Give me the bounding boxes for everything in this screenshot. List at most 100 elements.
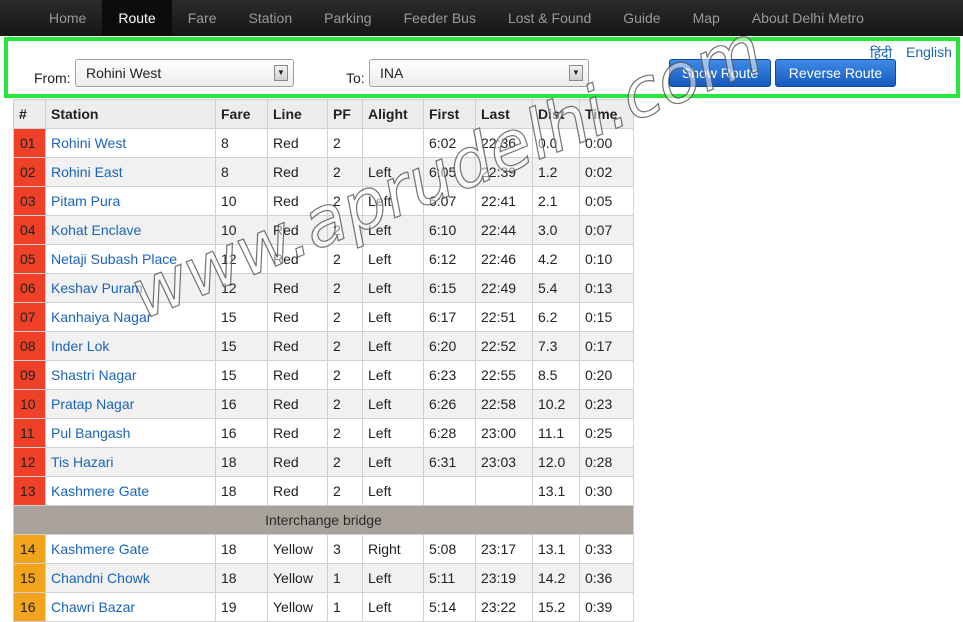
table-cell: 2 xyxy=(327,389,363,419)
nav-station[interactable]: Station xyxy=(233,0,309,36)
table-cell: 6:07 xyxy=(423,186,476,216)
station-link[interactable]: Tis Hazari xyxy=(45,447,216,477)
dropdown-arrow-icon[interactable]: ▼ xyxy=(274,65,288,81)
from-select[interactable]: Rohini West ▼ xyxy=(75,59,294,87)
table-cell: Red xyxy=(267,186,328,216)
table-cell: 6:10 xyxy=(423,215,476,245)
table-cell: 22:39 xyxy=(475,157,533,187)
station-link[interactable]: Kashmere Gate xyxy=(45,476,216,506)
table-cell: Red xyxy=(267,331,328,361)
dropdown-arrow-icon[interactable]: ▼ xyxy=(569,65,583,81)
station-link[interactable]: Kanhaiya Nagar xyxy=(45,302,216,332)
table-cell: 2 xyxy=(327,302,363,332)
station-number: 08 xyxy=(13,331,46,361)
table-cell: 22:55 xyxy=(475,360,533,390)
station-link[interactable]: Netaji Subash Place xyxy=(45,244,216,274)
table-cell: 6:12 xyxy=(423,244,476,274)
station-number: 12 xyxy=(13,447,46,477)
nav-feeder-bus[interactable]: Feeder Bus xyxy=(388,0,492,36)
nav-map[interactable]: Map xyxy=(677,0,736,36)
table-cell: 14.2 xyxy=(532,563,580,593)
table-cell: Left xyxy=(362,563,424,593)
station-number: 04 xyxy=(13,215,46,245)
table-row: 10 Pratap Nagar 16 Red 2 Left 6:26 22:58 10.2 0:2… xyxy=(13,389,634,419)
table-cell: 0:15 xyxy=(579,302,634,332)
nav-parking[interactable]: Parking xyxy=(308,0,387,36)
table-cell: 0:17 xyxy=(579,331,634,361)
show-route-button[interactable]: Show Route xyxy=(669,59,771,87)
station-link[interactable]: Inder Lok xyxy=(45,331,216,361)
column-header: Last xyxy=(475,99,533,129)
table-cell: 11.1 xyxy=(532,418,580,448)
table-cell: 6:02 xyxy=(423,128,476,158)
station-link[interactable]: Pratap Nagar xyxy=(45,389,216,419)
table-cell: 0:13 xyxy=(579,273,634,303)
station-number: 10 xyxy=(13,389,46,419)
interchange-row: Interchange bridge xyxy=(13,505,634,535)
table-cell: 22:46 xyxy=(475,244,533,274)
nav-fare[interactable]: Fare xyxy=(172,0,233,36)
table-cell: 12 xyxy=(215,244,268,274)
table-cell: Left xyxy=(362,157,424,187)
station-link[interactable]: Pitam Pura xyxy=(45,186,216,216)
table-cell: 15.2 xyxy=(532,592,580,622)
table-cell: 6:05 xyxy=(423,157,476,187)
station-number: 05 xyxy=(13,244,46,274)
station-link[interactable]: Rohini East xyxy=(45,157,216,187)
nav-route[interactable]: Route xyxy=(102,0,172,36)
table-cell: 23:00 xyxy=(475,418,533,448)
nav-about[interactable]: About Delhi Metro xyxy=(736,0,880,36)
table-cell: 22:36 xyxy=(475,128,533,158)
table-row: 01 Rohini West 8 Red 2 6:02 22:36 0.0 0:00 xyxy=(13,128,634,158)
table-cell: 2 xyxy=(327,447,363,477)
table-cell: 19 xyxy=(215,592,268,622)
table-cell: 2 xyxy=(327,244,363,274)
station-number: 06 xyxy=(13,273,46,303)
table-cell: 2 xyxy=(327,186,363,216)
table-row: 03 Pitam Pura 10 Red 2 Left 6:07 22:41 2.1 0:05 xyxy=(13,186,634,216)
nav-lost-found[interactable]: Lost & Found xyxy=(492,0,607,36)
table-cell: Red xyxy=(267,418,328,448)
table-cell: 5:14 xyxy=(423,592,476,622)
table-cell: Left xyxy=(362,447,424,477)
station-link[interactable]: Pul Bangash xyxy=(45,418,216,448)
table-cell: 8.5 xyxy=(532,360,580,390)
nav-guide[interactable]: Guide xyxy=(607,0,676,36)
station-link[interactable]: Keshav Puram xyxy=(45,273,216,303)
table-cell: 23:22 xyxy=(475,592,533,622)
station-link[interactable]: Kashmere Gate xyxy=(45,534,216,564)
table-row: 09 Shastri Nagar 15 Red 2 Left 6:23 22:55 8.5 0:2… xyxy=(13,360,634,390)
to-select[interactable]: INA ▼ xyxy=(369,59,589,87)
reverse-route-button[interactable]: Reverse Route xyxy=(775,59,896,87)
table-row: 05 Netaji Subash Place 12 Red 2 Left 6:12 22:46… xyxy=(13,244,634,274)
station-link[interactable]: Chandni Chowk xyxy=(45,563,216,593)
table-cell: 0:23 xyxy=(579,389,634,419)
table-cell: 23:03 xyxy=(475,447,533,477)
table-cell: 0:05 xyxy=(579,186,634,216)
nav-home[interactable]: Home xyxy=(33,0,102,36)
station-link[interactable]: Shastri Nagar xyxy=(45,360,216,390)
table-cell: 0:28 xyxy=(579,447,634,477)
table-cell xyxy=(423,476,476,506)
station-link[interactable]: Rohini West xyxy=(45,128,216,158)
table-cell: 16 xyxy=(215,418,268,448)
table-cell: Left xyxy=(362,302,424,332)
column-header: Line xyxy=(267,99,328,129)
station-number: 16 xyxy=(13,592,46,622)
table-cell: 18 xyxy=(215,476,268,506)
table-cell: 1 xyxy=(327,563,363,593)
table-cell: Left xyxy=(362,476,424,506)
station-number: 09 xyxy=(13,360,46,390)
table-cell: 18 xyxy=(215,563,268,593)
table-cell: 12.0 xyxy=(532,447,580,477)
table-cell: Red xyxy=(267,476,328,506)
table-cell: 10.2 xyxy=(532,389,580,419)
station-link[interactable]: Kohat Enclave xyxy=(45,215,216,245)
column-header: Time xyxy=(579,99,634,129)
table-cell: 23:19 xyxy=(475,563,533,593)
table-cell: 22:52 xyxy=(475,331,533,361)
station-link[interactable]: Chawri Bazar xyxy=(45,592,216,622)
station-number: 15 xyxy=(13,563,46,593)
column-header: PF xyxy=(327,99,363,129)
english-link[interactable]: English xyxy=(906,44,952,60)
